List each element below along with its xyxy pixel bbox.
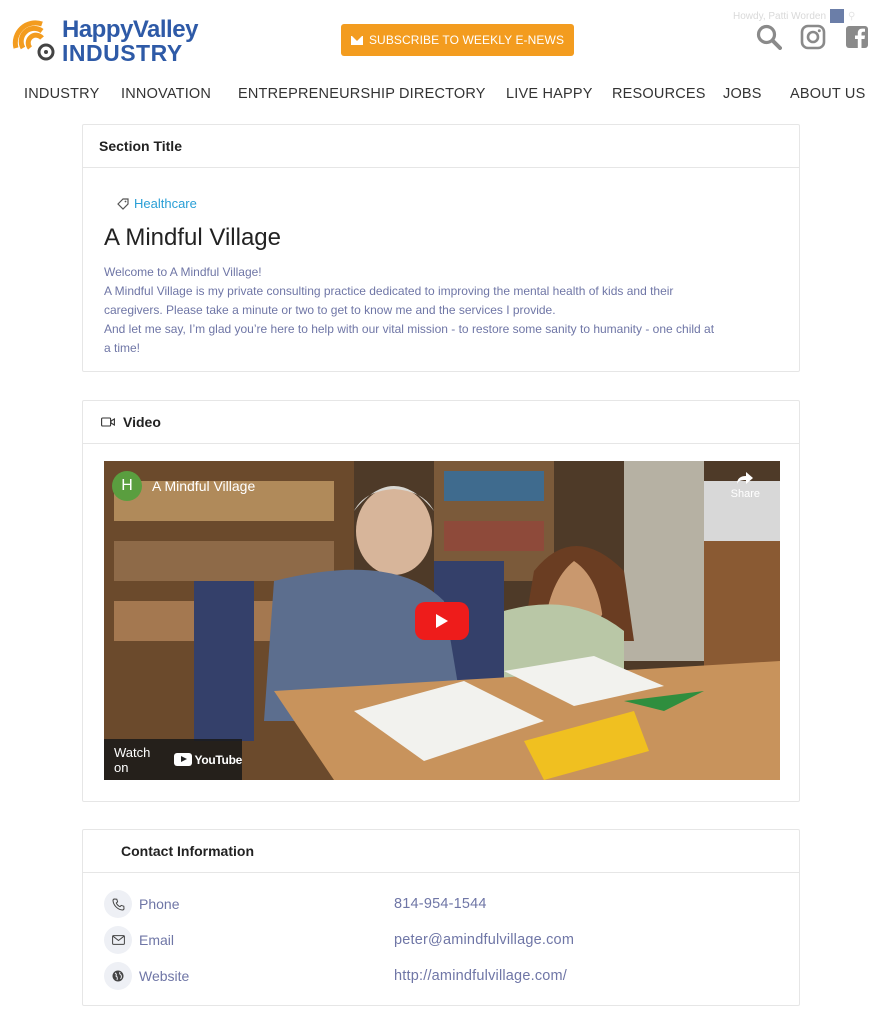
main-nav: INDUSTRY INNOVATION ENTREPRENEURSHIP DIR… bbox=[0, 86, 882, 108]
email-icon bbox=[104, 926, 132, 954]
share-button[interactable]: Share bbox=[731, 471, 760, 500]
admin-search-icon[interactable]: ⚲ bbox=[848, 11, 855, 22]
subscribe-label: SUBSCRIBE TO WEEKLY E-NEWS bbox=[368, 33, 565, 47]
video-heading-label: Video bbox=[123, 414, 161, 430]
user-greeting[interactable]: Howdy, Patti Worden ⚲ bbox=[733, 9, 855, 23]
nav-item-resources[interactable]: RESOURCES bbox=[612, 86, 706, 102]
video-player[interactable]: H A Mindful Village Share Watch on YouTu… bbox=[104, 461, 780, 780]
description-line: Welcome to A Mindful Village! bbox=[104, 265, 262, 279]
avatar bbox=[830, 9, 845, 23]
video-card: Video H A Mindful Village Share Watch on… bbox=[82, 400, 800, 802]
video-heading: Video bbox=[83, 401, 799, 444]
section-heading: Section Title bbox=[83, 125, 799, 168]
site-logo[interactable]: HappyValley INDUSTRY bbox=[12, 14, 198, 66]
tag-label: Healthcare bbox=[134, 196, 197, 211]
listing-card: Section Title Healthcare A Mindful Villa… bbox=[82, 124, 800, 372]
share-arrow-icon bbox=[737, 472, 754, 484]
logo-text-bottom: INDUSTRY bbox=[62, 40, 183, 66]
nav-item-industry[interactable]: INDUSTRY bbox=[24, 86, 99, 102]
youtube-wordmark: YouTube bbox=[194, 752, 243, 767]
listing-description: Welcome to A Mindful Village! A Mindful … bbox=[104, 263, 724, 358]
description-line: A Mindful Village is my private consulti… bbox=[104, 284, 674, 317]
nav-item-directory[interactable]: DIRECTORY bbox=[399, 86, 486, 102]
email-value[interactable]: peter@amindfulvillage.com bbox=[394, 932, 574, 948]
nav-item-innovation[interactable]: INNOVATION bbox=[121, 86, 211, 102]
contact-label: Website bbox=[139, 968, 190, 984]
video-title-bar[interactable]: H A Mindful Village bbox=[112, 471, 255, 501]
contact-row-email: Email peter@amindfulvillage.com bbox=[104, 926, 784, 954]
play-button[interactable] bbox=[415, 602, 469, 640]
tag-icon bbox=[117, 197, 129, 210]
globe-icon bbox=[104, 962, 132, 990]
contact-label: Email bbox=[139, 932, 175, 948]
phone-value[interactable]: 814-954-1544 bbox=[394, 896, 487, 912]
envelope-icon bbox=[350, 35, 363, 45]
video-title[interactable]: A Mindful Village bbox=[152, 478, 255, 494]
website-link[interactable]: http://amindfulvillage.com/ bbox=[394, 968, 567, 984]
share-label: Share bbox=[730, 488, 760, 500]
subscribe-button[interactable]: SUBSCRIBE TO WEEKLY E-NEWS bbox=[341, 24, 574, 56]
video-camera-icon bbox=[101, 417, 115, 427]
contact-label: Phone bbox=[139, 896, 180, 912]
header-icons bbox=[756, 24, 870, 50]
youtube-play-icon bbox=[173, 753, 192, 766]
search-icon[interactable] bbox=[756, 24, 782, 50]
watch-on-youtube-button[interactable]: Watch on YouTube bbox=[104, 739, 242, 780]
nav-item-about-us[interactable]: ABOUT US bbox=[790, 86, 865, 102]
channel-avatar[interactable]: H bbox=[112, 471, 142, 501]
watch-on-label: Watch on bbox=[114, 744, 151, 775]
contact-row-phone: Phone 814-954-1544 bbox=[104, 890, 784, 918]
logo-mark-icon bbox=[12, 20, 55, 61]
site-header: HappyValley INDUSTRY SUBSCRIBE TO WEEKLY… bbox=[0, 0, 882, 120]
nav-item-jobs[interactable]: JOBS bbox=[723, 86, 762, 102]
contact-heading: Contact Information bbox=[83, 830, 799, 873]
nav-item-entrepreneurship[interactable]: ENTREPRENEURSHIP bbox=[238, 86, 395, 102]
contact-card: Contact Information Phone 814-954-1544 E… bbox=[82, 829, 800, 1006]
contact-row-website: Website http://amindfulvillage.com/ bbox=[104, 962, 784, 990]
youtube-logo: YouTube bbox=[173, 752, 243, 767]
listing-title: A Mindful Village bbox=[104, 224, 281, 251]
greeting-text: Howdy, Patti Worden bbox=[733, 10, 827, 22]
phone-icon bbox=[104, 890, 132, 918]
facebook-icon[interactable] bbox=[844, 24, 870, 50]
category-tag[interactable]: Healthcare bbox=[117, 196, 197, 211]
instagram-icon[interactable] bbox=[800, 24, 826, 50]
description-line: And let me say, I’m glad you’re here to … bbox=[104, 322, 715, 355]
nav-item-live-happy[interactable]: LIVE HAPPY bbox=[506, 86, 593, 102]
